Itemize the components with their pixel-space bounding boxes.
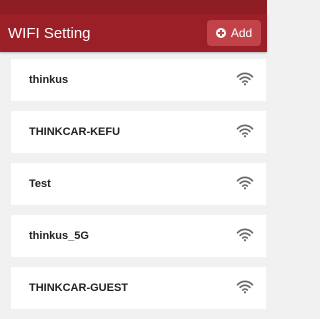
status-bar	[0, 0, 267, 14]
wifi-network-list: thinkus THINKCAR-KEFU Test thinkus_5G TH…	[11, 59, 266, 319]
wifi-icon	[236, 280, 254, 294]
wifi-network-name: THINKCAR-GUEST	[29, 282, 128, 294]
add-network-button[interactable]: Add	[207, 20, 261, 46]
wifi-icon	[236, 124, 254, 138]
app-header: WIFI Setting Add	[0, 14, 267, 52]
wifi-network-name: thinkus	[29, 74, 69, 86]
wifi-network-name: Test	[29, 178, 51, 190]
wifi-network-row[interactable]: THINKCAR-GUEST	[11, 267, 266, 309]
wifi-network-row[interactable]: Test	[11, 163, 266, 205]
wifi-network-name: thinkus_5G	[29, 230, 89, 242]
add-icon	[215, 28, 226, 38]
wifi-icon	[236, 228, 254, 242]
page-title: WIFI Setting	[8, 25, 91, 42]
wifi-icon	[236, 176, 254, 190]
wifi-network-row[interactable]: thinkus	[11, 59, 266, 101]
wifi-network-name: THINKCAR-KEFU	[29, 126, 121, 138]
wifi-network-row[interactable]: thinkus_5G	[11, 215, 266, 257]
wifi-network-row[interactable]: THINKCAR-KEFU	[11, 111, 266, 153]
add-button-label: Add	[230, 26, 253, 40]
wifi-icon	[236, 72, 254, 86]
